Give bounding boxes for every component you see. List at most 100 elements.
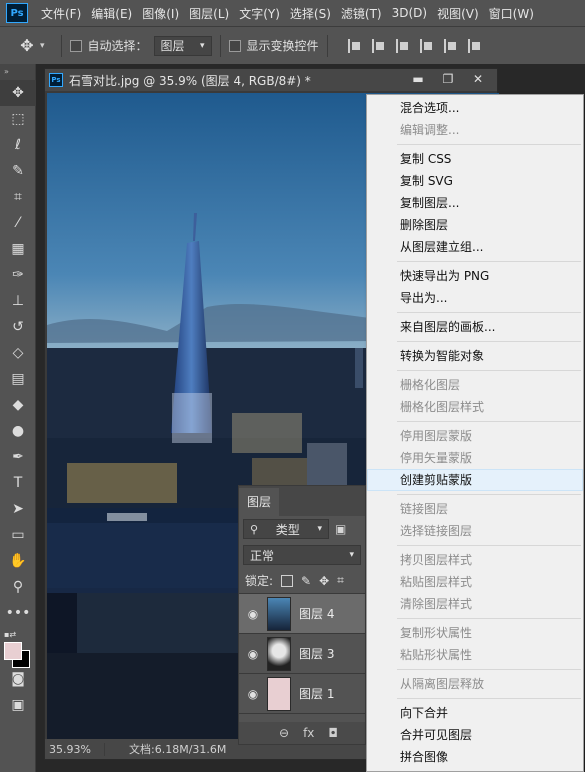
menu-file[interactable]: 文件(F) <box>36 5 86 22</box>
marquee-tool-icon[interactable]: ⬚ <box>0 106 36 132</box>
lock-position-icon[interactable]: ✥ <box>319 574 329 588</box>
eye-icon[interactable]: ◉ <box>239 647 267 661</box>
menu-separator <box>397 261 581 262</box>
lock-transparent-icon[interactable] <box>281 574 294 587</box>
image-filter-icon[interactable]: ▣ <box>335 522 346 536</box>
fx-icon[interactable]: fx <box>303 726 314 740</box>
context-menu-item[interactable]: 合并可见图层 <box>367 724 583 746</box>
more-tools-icon[interactable]: ••• <box>0 600 36 626</box>
menu-separator <box>397 421 581 422</box>
restore-icon[interactable]: ❐ <box>437 71 459 87</box>
document-tab[interactable]: Ps 石雪对比.jpg @ 35.9% (图层 4, RGB/8#) * ▬ ❐… <box>45 69 497 91</box>
divider <box>326 34 328 57</box>
context-menu-item: 链接图层 <box>400 502 449 516</box>
context-menu-item[interactable]: 混合选项... <box>367 97 583 119</box>
layer-row[interactable]: ◉ 图层 1 <box>239 674 365 714</box>
clone-stamp-tool-icon[interactable]: ⊥ <box>0 288 36 314</box>
show-transform-checkbox[interactable] <box>228 39 241 52</box>
lasso-tool-icon[interactable]: ℓ <box>0 132 36 158</box>
blend-mode-select[interactable]: 正常 ▾ <box>243 545 361 565</box>
layer-row[interactable]: ◉ 图层 3 <box>239 634 365 674</box>
context-menu-item[interactable]: 复制图层... <box>367 192 583 214</box>
pen-tool-icon[interactable]: ✒ <box>0 444 36 470</box>
crop-tool-icon[interactable]: ⌗ <box>0 184 36 210</box>
context-menu-item: 栅格化图层 <box>400 378 461 392</box>
blur-tool-icon[interactable]: ◆ <box>0 392 36 418</box>
type-tool-icon[interactable]: T <box>0 470 36 496</box>
hand-tool-icon[interactable]: ✋ <box>0 548 36 574</box>
document-size: 文档:6.18M/31.6M <box>129 743 227 756</box>
chevron-down-icon: ▾ <box>200 40 205 51</box>
menu-image[interactable]: 图像(I) <box>137 5 184 22</box>
eraser-tool-icon[interactable]: ◇ <box>0 340 36 366</box>
menu-separator <box>397 545 581 546</box>
auto-select-target-select[interactable]: 图层 ▾ <box>153 35 212 56</box>
align-top-icon[interactable] <box>347 38 362 53</box>
context-menu-item[interactable]: 复制 CSS <box>367 148 583 170</box>
menu-bar: Ps 文件(F) 编辑(E) 图像(I) 图层(L) 文字(Y) 选择(S) 滤… <box>0 0 585 26</box>
align-hcenter-icon[interactable] <box>443 38 458 53</box>
app-logo[interactable]: Ps <box>6 3 28 23</box>
context-menu-item: 从隔离图层释放 <box>400 677 485 691</box>
context-menu-item[interactable]: 从图层建立组... <box>367 236 583 258</box>
move-tool-icon[interactable]: ✥ <box>0 80 36 106</box>
layer-name: 图层 3 <box>299 647 335 661</box>
layer-thumbnail <box>267 676 291 711</box>
context-menu-item: 复制形状属性 <box>400 626 473 640</box>
brush-tool-icon[interactable]: ✑ <box>0 262 36 288</box>
eye-icon[interactable]: ◉ <box>239 687 267 701</box>
lock-paint-icon[interactable]: ✎ <box>301 574 311 588</box>
kind-filter-select[interactable]: ⚲ 类型 ▾ <box>243 519 329 539</box>
context-menu-item[interactable]: 来自图层的画板... <box>367 316 583 338</box>
context-menu-item: 清除图层样式 <box>400 597 473 611</box>
menu-type[interactable]: 文字(Y) <box>234 5 285 22</box>
menu-edit[interactable]: 编辑(E) <box>86 5 137 22</box>
auto-select-checkbox[interactable] <box>69 39 82 52</box>
minimize-icon[interactable]: ▬ <box>407 71 429 87</box>
menu-3d[interactable]: 3D(D) <box>387 6 432 20</box>
healing-brush-tool-icon[interactable]: ▦ <box>0 236 36 262</box>
align-right-icon[interactable] <box>467 38 482 53</box>
eye-icon[interactable]: ◉ <box>239 607 267 621</box>
path-select-tool-icon[interactable]: ➤ <box>0 496 36 522</box>
dodge-tool-icon[interactable]: ● <box>0 418 36 444</box>
shape-tool-icon[interactable]: ▭ <box>0 522 36 548</box>
menu-layer[interactable]: 图层(L) <box>184 5 234 22</box>
align-left-icon[interactable] <box>419 38 434 53</box>
menu-filter[interactable]: 滤镜(T) <box>336 5 387 22</box>
tools-panel: » ✥ ⬚ ℓ ✎ ⌗ ⁄ ▦ ✑ ⊥ ↺ ◇ ▤ ◆ ● ✒ T ➤ ▭ ✋ … <box>0 64 36 772</box>
context-menu-item[interactable]: 复制 SVG <box>367 170 583 192</box>
blend-row: 正常 ▾ <box>239 542 365 568</box>
link-layers-icon[interactable]: ⊖ <box>279 726 289 740</box>
history-brush-tool-icon[interactable]: ↺ <box>0 314 36 340</box>
quick-mask-icon[interactable]: ◙ <box>0 666 36 692</box>
context-menu-item[interactable]: 快速导出为 PNG <box>367 265 583 287</box>
add-mask-icon[interactable]: ◘ <box>328 726 338 740</box>
eyedropper-tool-icon[interactable]: ⁄ <box>0 210 36 236</box>
zoom-tool-icon[interactable]: ⚲ <box>0 574 36 600</box>
quick-select-tool-icon[interactable]: ✎ <box>0 158 36 184</box>
context-menu-item[interactable]: 向下合并 <box>367 702 583 724</box>
menu-select[interactable]: 选择(S) <box>285 5 336 22</box>
lock-artboard-icon[interactable]: ⌗ <box>337 573 344 588</box>
align-vcenter-icon[interactable] <box>371 38 386 53</box>
foreground-color-swatch[interactable] <box>4 642 22 660</box>
context-menu-item[interactable]: 转换为智能对象 <box>367 345 583 367</box>
menu-window[interactable]: 窗口(W) <box>484 5 539 22</box>
close-icon[interactable]: ✕ <box>467 71 489 87</box>
gradient-tool-icon[interactable]: ▤ <box>0 366 36 392</box>
context-menu-item[interactable]: 创建剪贴蒙版 <box>367 469 583 491</box>
move-tool-preset-icon[interactable]: ✥ <box>14 36 40 55</box>
align-bottom-icon[interactable] <box>395 38 410 53</box>
layer-row[interactable]: ◉ 图层 4 <box>239 594 365 634</box>
context-menu-item[interactable]: 导出为... <box>367 287 583 309</box>
context-menu-item[interactable]: 拼合图像 <box>367 746 583 768</box>
chevron-down-icon[interactable]: ▾ <box>40 41 45 51</box>
default-colors-icon[interactable]: ▪⇄ <box>4 630 16 639</box>
tab-layers[interactable]: 图层 <box>239 488 280 516</box>
zoom-level[interactable]: 35.93% <box>45 742 105 756</box>
screen-mode-icon[interactable]: ▣ <box>0 692 36 718</box>
context-menu-item[interactable]: 删除图层 <box>367 214 583 236</box>
menu-view[interactable]: 视图(V) <box>432 5 484 22</box>
collapse-icon[interactable]: » <box>0 64 35 80</box>
